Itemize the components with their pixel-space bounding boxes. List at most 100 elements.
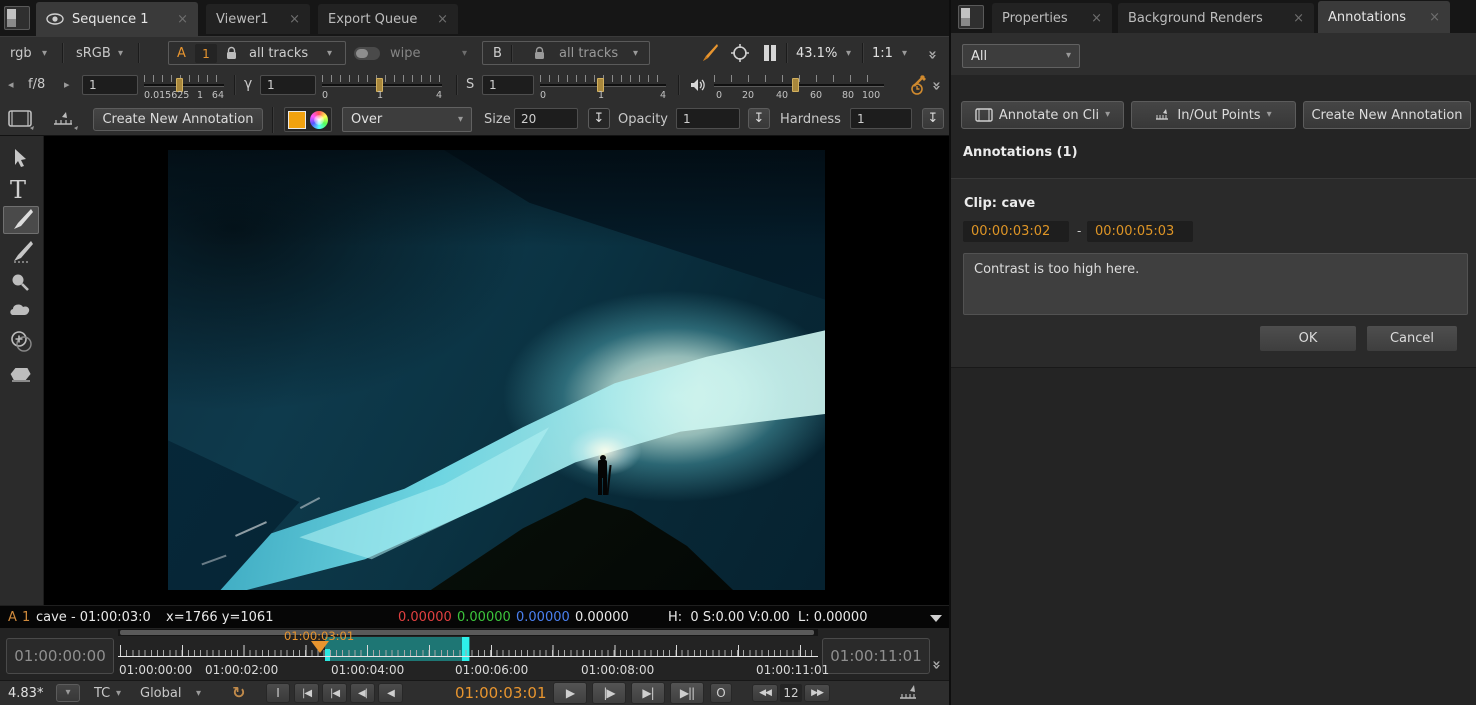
play-forward-button[interactable]: |▶ <box>592 682 626 704</box>
goto-start-button[interactable]: |◀ <box>294 683 319 703</box>
wipe-toggle[interactable] <box>354 47 380 60</box>
eye-icon[interactable] <box>46 13 64 25</box>
tab-background-renders[interactable]: Background Renders <box>1118 3 1314 33</box>
flipbook-export-icon[interactable] <box>896 683 922 703</box>
next-edit-button[interactable]: ▶| <box>631 682 665 704</box>
panel-menu-icon[interactable] <box>958 5 984 29</box>
collapse-row-icon[interactable] <box>928 81 946 91</box>
current-color-swatch[interactable] <box>288 111 306 129</box>
playhead-marker[interactable] <box>311 641 329 653</box>
volume-slider[interactable]: 0 20 40 60 80 100 <box>714 75 884 101</box>
channels-select[interactable]: rgb <box>10 46 32 61</box>
annotate-on-sequence-icon[interactable] <box>52 109 80 131</box>
timecode-mode-select[interactable]: TC <box>94 686 110 701</box>
chevron-down-icon[interactable] <box>846 49 851 59</box>
current-timecode[interactable]: 01:00:03:01 <box>455 684 547 702</box>
slider-handle[interactable] <box>792 78 799 92</box>
annotation-in-timecode[interactable]: 00:00:03:02 <box>963 221 1069 242</box>
size-input[interactable]: 20 <box>514 108 578 129</box>
tab-sequence-1[interactable]: Sequence 1 <box>36 2 198 36</box>
line-tool-icon[interactable] <box>8 240 34 264</box>
hardness-input[interactable]: 1 <box>850 108 912 129</box>
sample-timer-icon[interactable] <box>902 74 928 96</box>
chevron-down-icon[interactable] <box>902 49 907 59</box>
chevron-down-icon[interactable] <box>327 49 332 59</box>
color-wheel-icon[interactable] <box>310 111 328 129</box>
opacity-input[interactable]: 1 <box>676 108 740 129</box>
annotation-note-input[interactable]: Contrast is too high here. <box>963 253 1468 315</box>
info-dropdown-icon[interactable] <box>930 615 942 622</box>
select-tool-icon[interactable] <box>12 148 30 168</box>
mark-out-button[interactable]: O <box>710 683 732 703</box>
range-mode-select[interactable]: Global <box>140 686 181 701</box>
annotate-on-clip-button[interactable]: Annotate on Cli <box>961 101 1124 129</box>
annotate-on-clip-icon[interactable] <box>8 109 36 131</box>
zoom-level-select[interactable]: 43.1% <box>796 46 837 61</box>
opacity-default-button[interactable]: ↧ <box>748 108 770 129</box>
tab-viewer1[interactable]: Viewer1 <box>206 4 310 34</box>
cancel-button[interactable]: Cancel <box>1366 325 1458 352</box>
close-icon[interactable] <box>289 12 300 27</box>
gain-slider[interactable]: 0.015625 1 64 <box>144 75 224 101</box>
cloud-tool-icon[interactable] <box>9 302 31 318</box>
fast-forward-button[interactable]: ▶▶ <box>804 684 830 702</box>
annotation-out-timecode[interactable]: 00:00:05:03 <box>1087 221 1193 242</box>
panel-menu-icon[interactable] <box>4 6 30 30</box>
saturation-slider[interactable]: 0 1 4 <box>540 75 666 101</box>
prev-edit-button[interactable]: |◀ <box>322 683 347 703</box>
goto-end-button[interactable]: ▶|| <box>670 682 704 704</box>
mark-in-button[interactable]: I <box>266 683 290 703</box>
gamma-slider[interactable]: 0 1 4 <box>322 75 442 101</box>
close-icon[interactable] <box>1293 11 1304 26</box>
collapse-timeline-icon[interactable] <box>928 660 946 670</box>
chevron-down-icon[interactable] <box>42 49 47 59</box>
tab-annotations[interactable]: Annotations <box>1318 1 1450 33</box>
chevron-down-icon[interactable] <box>196 689 201 699</box>
fstop-next-icon[interactable]: ▸ <box>64 78 70 91</box>
speaker-icon[interactable] <box>690 78 706 92</box>
pause-icon[interactable] <box>762 45 778 61</box>
rewind-button[interactable]: ◀◀ <box>752 684 778 702</box>
tracks-b-select[interactable]: all tracks <box>559 46 618 61</box>
lock-icon[interactable] <box>533 46 546 61</box>
tab-properties[interactable]: Properties <box>992 3 1112 33</box>
saturation-input[interactable]: 1 <box>482 75 534 95</box>
timeline-scrollbar-track[interactable] <box>118 629 818 636</box>
guides-overlay-icon[interactable] <box>730 43 750 63</box>
create-new-annotation-button-panel[interactable]: Create New Annotation <box>1303 101 1471 129</box>
chevron-down-icon[interactable] <box>116 689 121 699</box>
create-new-annotation-button[interactable]: Create New Annotation <box>93 108 263 131</box>
brush-tool-selected[interactable] <box>3 206 39 234</box>
dropper-tool-icon[interactable] <box>10 272 30 292</box>
input-a-label[interactable]: A <box>177 46 186 61</box>
annotations-filter-select[interactable]: All <box>962 44 1080 68</box>
loop-mode-icon[interactable]: ↻ <box>232 683 245 702</box>
close-icon[interactable] <box>1091 11 1102 26</box>
fstop-prev-icon[interactable]: ◂ <box>8 78 14 91</box>
chevron-down-icon[interactable] <box>633 49 638 59</box>
close-icon[interactable] <box>1429 10 1440 25</box>
timeline-in-field[interactable]: 01:00:00:00 <box>6 638 114 674</box>
clone-tool-icon[interactable] <box>9 330 33 352</box>
blend-mode-select[interactable]: Over <box>342 107 472 132</box>
play-backward-button[interactable]: ◀ <box>378 683 403 703</box>
colorspace-select[interactable]: sRGB <box>76 46 111 61</box>
play-button[interactable]: ▶ <box>553 682 587 704</box>
collapse-row-icon[interactable] <box>924 50 942 60</box>
chevron-down-icon[interactable] <box>462 49 467 59</box>
input-a-index[interactable]: 1 <box>195 44 217 63</box>
wipe-select[interactable]: wipe <box>390 46 421 61</box>
timeline-scrollbar-thumb[interactable] <box>120 630 814 635</box>
proxy-select[interactable]: 1:1 <box>872 46 893 61</box>
speed-dropdown-button[interactable] <box>56 684 80 702</box>
text-tool-icon[interactable]: T <box>10 176 26 204</box>
fps-display[interactable]: 12 <box>780 684 802 702</box>
viewer-canvas[interactable] <box>44 136 949 605</box>
tab-export-queue[interactable]: Export Queue <box>318 4 458 34</box>
chevron-down-icon[interactable] <box>118 49 123 59</box>
step-back-button[interactable]: ◀| <box>350 683 375 703</box>
input-b-label[interactable]: B <box>493 46 502 61</box>
close-icon[interactable] <box>177 12 188 27</box>
playback-speed[interactable]: 4.83* <box>8 686 43 701</box>
size-default-button[interactable]: ↧ <box>588 108 610 129</box>
